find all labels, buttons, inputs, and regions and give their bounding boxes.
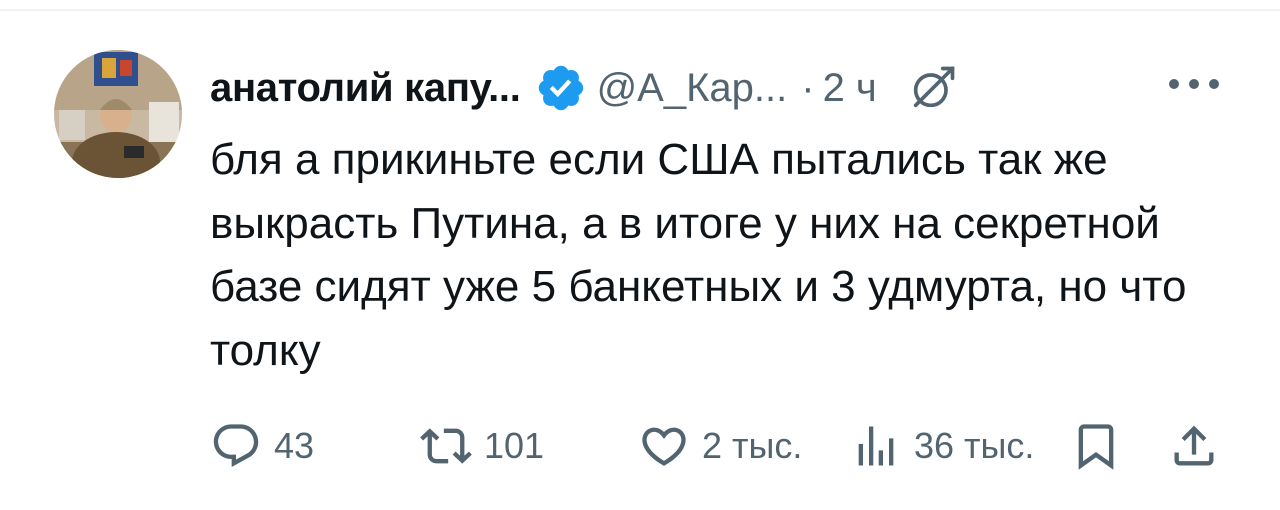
- reply-count: 43: [274, 425, 315, 466]
- verified-badge-icon[interactable]: [535, 62, 587, 114]
- handle[interactable]: @А_Кар...: [597, 66, 788, 111]
- bookmark-icon: [1070, 420, 1122, 472]
- avatar-image: [54, 50, 182, 178]
- more-icon[interactable]: [1168, 72, 1220, 96]
- top-divider: [0, 9, 1280, 11]
- action-bar: 43 101 2 тыс. 36 тыс.: [210, 418, 1220, 474]
- display-name[interactable]: анатолий капу...: [210, 66, 521, 111]
- reply-button[interactable]: 43: [210, 418, 314, 474]
- like-button[interactable]: 2 тыс.: [638, 418, 802, 474]
- repost-icon: [420, 420, 472, 472]
- reply-icon: [210, 420, 262, 472]
- avatar[interactable]: [54, 50, 182, 178]
- tweet-text: бля а прикиньте если США пытались так же…: [210, 135, 1187, 375]
- separator: ·: [801, 65, 815, 110]
- repost-count: 101: [484, 425, 545, 466]
- like-icon: [638, 420, 690, 472]
- views-button[interactable]: 36 тыс.: [850, 418, 1034, 474]
- share-button[interactable]: [1168, 418, 1220, 474]
- share-icon: [1168, 420, 1220, 472]
- tweet-header: анатолий капу... @А_Кар... · 2 ч: [210, 58, 963, 118]
- bookmark-button[interactable]: [1070, 418, 1122, 474]
- timestamp[interactable]: 2 ч: [823, 66, 877, 111]
- views-icon: [850, 420, 902, 472]
- views-count: 36 тыс.: [914, 425, 1035, 466]
- like-count: 2 тыс.: [702, 425, 803, 466]
- repost-button[interactable]: 101: [420, 418, 544, 474]
- grok-icon[interactable]: [907, 60, 963, 116]
